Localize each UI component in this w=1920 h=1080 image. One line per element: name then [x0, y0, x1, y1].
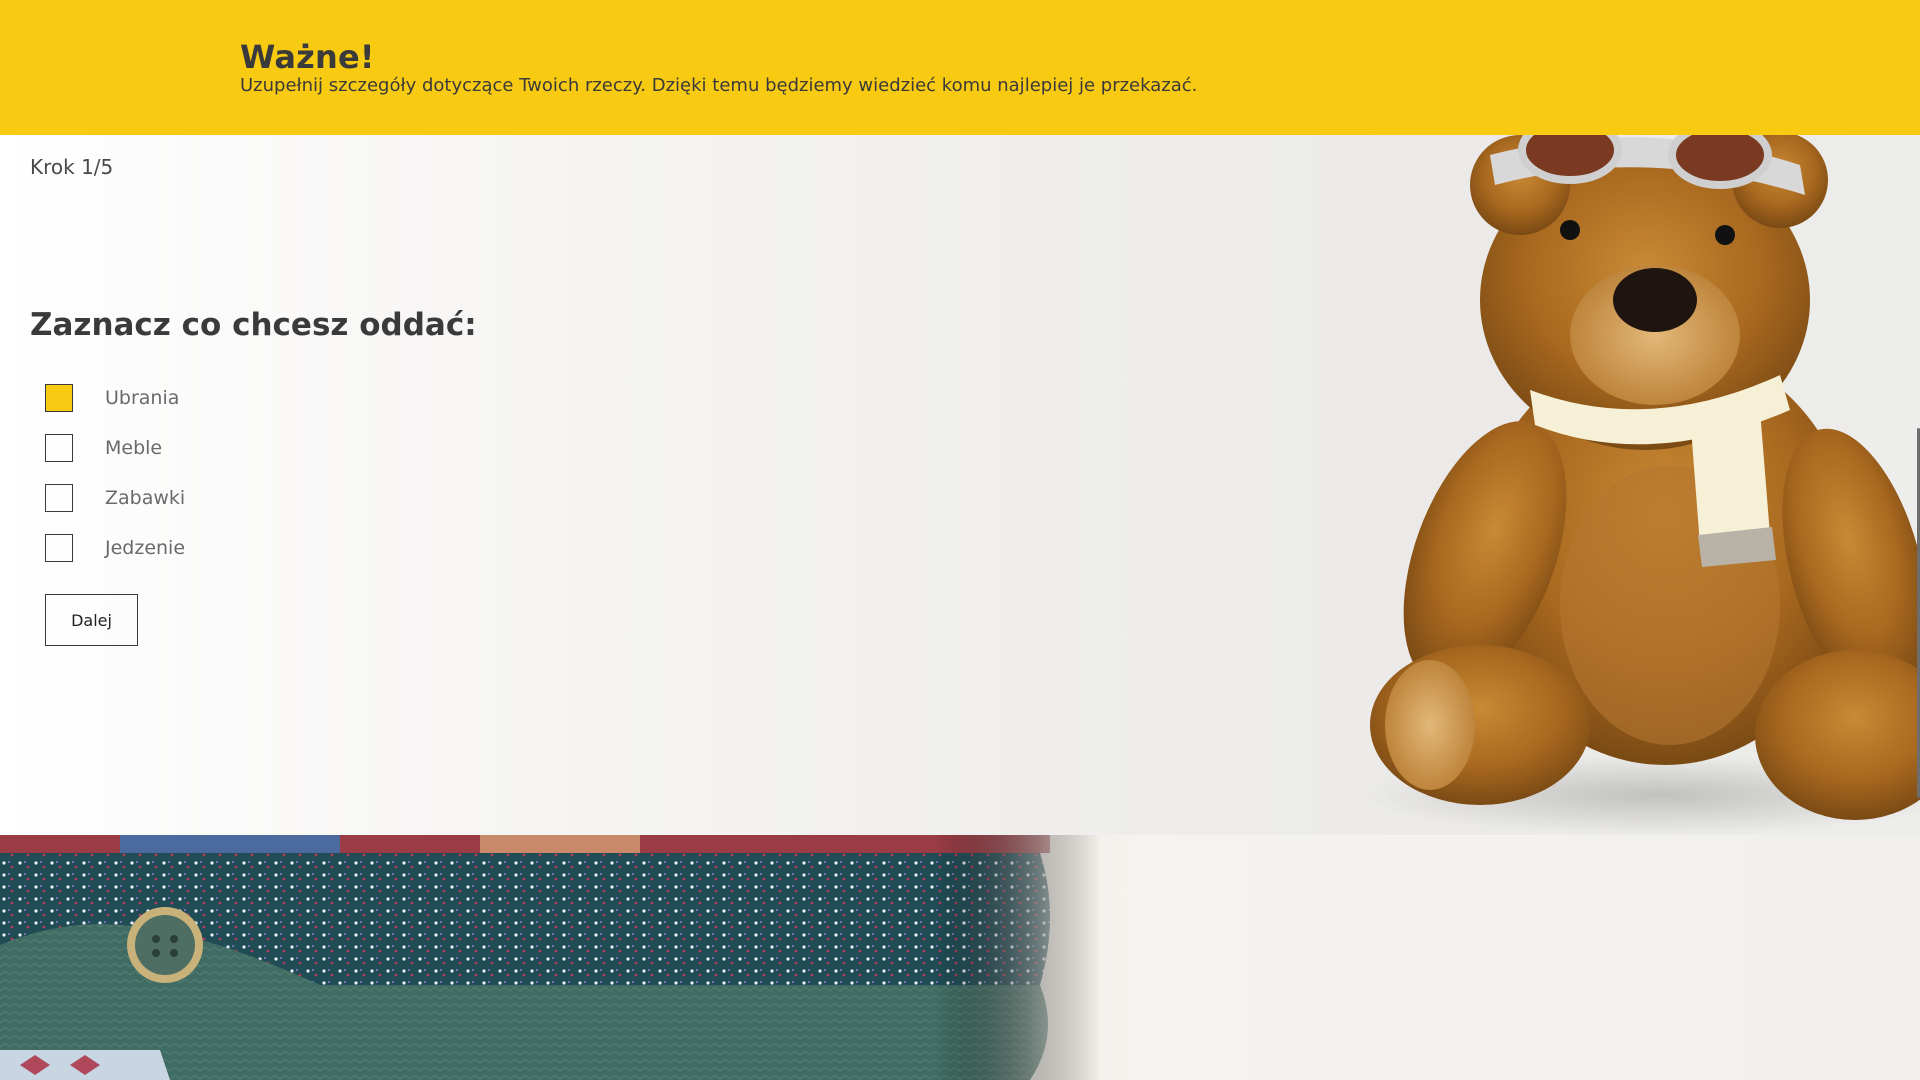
form-title: Zaznacz co chcesz oddać:: [30, 307, 477, 343]
banner-text: Uzupełnij szczegóły dotyczące Twoich rze…: [240, 75, 1198, 96]
option-ubrania[interactable]: Ubrania: [45, 373, 185, 423]
option-label: Ubrania: [105, 387, 180, 409]
option-label: Zabawki: [105, 487, 186, 509]
option-label: Jedzenie: [105, 537, 186, 559]
folded-clothes-image: [0, 835, 1100, 1080]
next-button[interactable]: Dalej: [45, 594, 138, 646]
clothes-section: [0, 835, 1920, 1080]
checkbox-jedzenie[interactable]: [45, 534, 73, 562]
form-section: Krok 1/5 Zaznacz co chcesz oddać: Ubrani…: [0, 135, 1920, 835]
option-label: Meble: [105, 437, 163, 459]
checkbox-ubrania[interactable]: [45, 384, 73, 412]
checkbox-meble[interactable]: [45, 434, 73, 462]
banner-title: Ważne!: [240, 38, 375, 76]
step-indicator: Krok 1/5: [30, 155, 114, 179]
options-list: Ubrania Meble Zabawki Jedzenie: [45, 373, 185, 573]
info-banner: Ważne! Uzupełnij szczegóły dotyczące Two…: [0, 0, 1920, 135]
option-meble[interactable]: Meble: [45, 423, 185, 473]
checkbox-zabawki[interactable]: [45, 484, 73, 512]
option-jedzenie[interactable]: Jedzenie: [45, 523, 185, 573]
teddy-bear-image: [1360, 135, 1920, 835]
page: Ważne! Uzupełnij szczegóły dotyczące Two…: [0, 0, 1920, 1080]
option-zabawki[interactable]: Zabawki: [45, 473, 185, 523]
